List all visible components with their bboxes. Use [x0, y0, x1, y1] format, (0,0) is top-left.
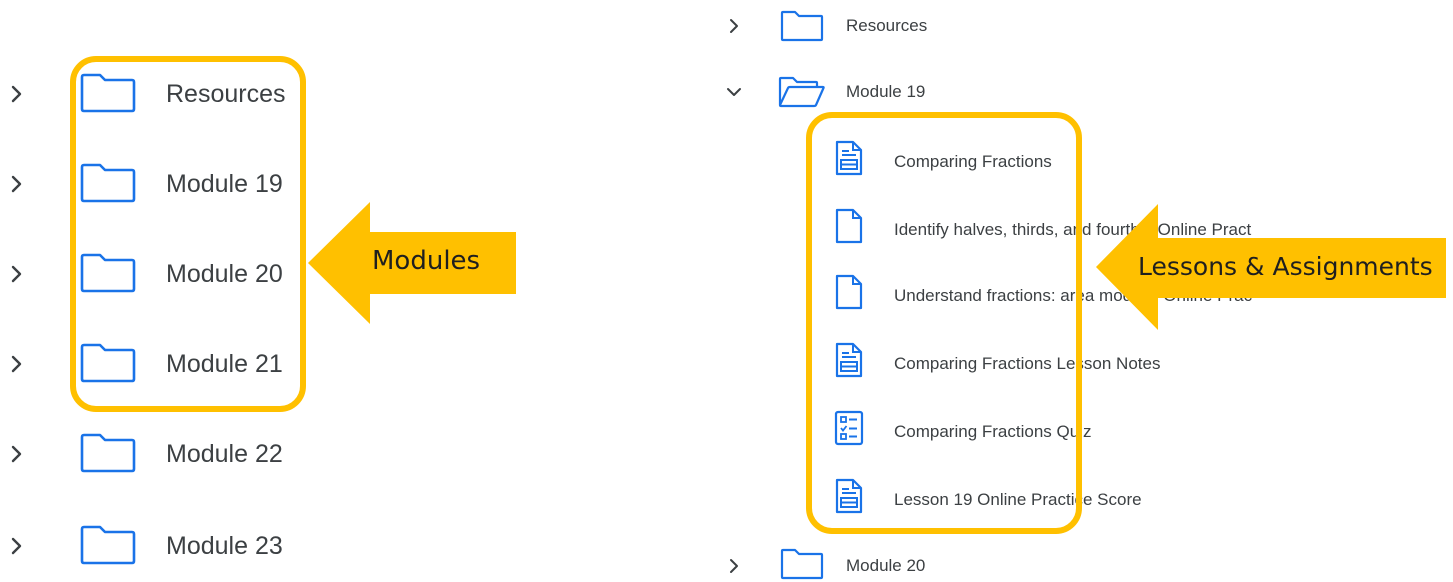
- module-label: Module 19: [166, 170, 283, 198]
- lesson-label: Comparing Fractions Quiz: [894, 422, 1092, 441]
- chevron-right-icon[interactable]: [10, 264, 24, 284]
- module-row-19[interactable]: Module 19: [700, 74, 1300, 110]
- module-row-22[interactable]: Module 22: [0, 430, 300, 480]
- module-row-21[interactable]: Module 21: [0, 340, 300, 390]
- module-label: Resources: [846, 16, 928, 35]
- modules-callout-arrow: Modules: [306, 200, 518, 326]
- module-row-resources[interactable]: Resources: [0, 70, 300, 120]
- chevron-right-icon[interactable]: [10, 536, 24, 556]
- module-label: Module 20: [166, 260, 283, 288]
- lesson-row[interactable]: Understand fractions: area models: Onlin…: [830, 272, 1390, 316]
- module-label: Module 20: [846, 556, 926, 575]
- chevron-down-icon[interactable]: [726, 86, 742, 98]
- lesson-label: Comparing Fractions Lesson Notes: [894, 354, 1161, 373]
- assignment-icon: [834, 140, 864, 176]
- folder-icon: [80, 73, 136, 113]
- folder-icon: [80, 163, 136, 203]
- module-list-collapsed: Resources Module 19 Module 20 Module 21: [0, 0, 700, 579]
- folder-icon: [80, 433, 136, 473]
- lesson-row[interactable]: Identify halves, thirds, and fourths: On…: [830, 206, 1390, 250]
- assignment-icon: [834, 478, 864, 514]
- folder-icon: [780, 548, 824, 580]
- module-row-resources[interactable]: Resources: [700, 8, 1300, 44]
- folder-icon: [80, 525, 136, 565]
- module-row-20[interactable]: Module 20: [0, 250, 300, 300]
- module-label: Module 22: [166, 440, 283, 468]
- lesson-row[interactable]: Lesson 19 Online Practice Score: [830, 476, 1390, 520]
- chevron-right-icon[interactable]: [10, 354, 24, 374]
- lesson-label: Identify halves, thirds, and fourths: On…: [894, 220, 1252, 239]
- module-row-19[interactable]: Module 19: [0, 160, 300, 210]
- quiz-icon: [833, 410, 865, 446]
- lesson-row[interactable]: Comparing Fractions Lesson Notes: [830, 340, 1390, 384]
- module-label: Module 19: [846, 82, 926, 101]
- module-label: Module 21: [166, 350, 283, 378]
- folder-open-icon: [778, 76, 826, 108]
- page-icon: [834, 274, 864, 310]
- module-label: Module 23: [166, 532, 283, 560]
- folder-icon: [80, 253, 136, 293]
- lesson-row[interactable]: Comparing Fractions: [830, 138, 1390, 182]
- module-label: Resources: [166, 80, 286, 108]
- chevron-right-icon[interactable]: [728, 558, 740, 574]
- lesson-label: Understand fractions: area models: Onlin…: [894, 286, 1253, 305]
- page-icon: [834, 208, 864, 244]
- lesson-label: Lesson 19 Online Practice Score: [894, 490, 1142, 509]
- assignment-icon: [834, 342, 864, 378]
- module-row-20[interactable]: Module 20: [700, 546, 1300, 582]
- chevron-right-icon[interactable]: [10, 174, 24, 194]
- chevron-right-icon[interactable]: [10, 444, 24, 464]
- module-row-23[interactable]: Module 23: [0, 522, 300, 572]
- modules-callout-label: Modules: [372, 246, 481, 276]
- chevron-right-icon[interactable]: [10, 84, 24, 104]
- folder-icon: [780, 10, 824, 42]
- chevron-right-icon[interactable]: [728, 18, 740, 34]
- module-list-expanded: Resources Module 19 Comparing Fractions …: [700, 0, 1453, 582]
- lesson-label: Comparing Fractions: [894, 152, 1052, 171]
- lesson-row[interactable]: Comparing Fractions Quiz: [830, 408, 1390, 452]
- folder-icon: [80, 343, 136, 383]
